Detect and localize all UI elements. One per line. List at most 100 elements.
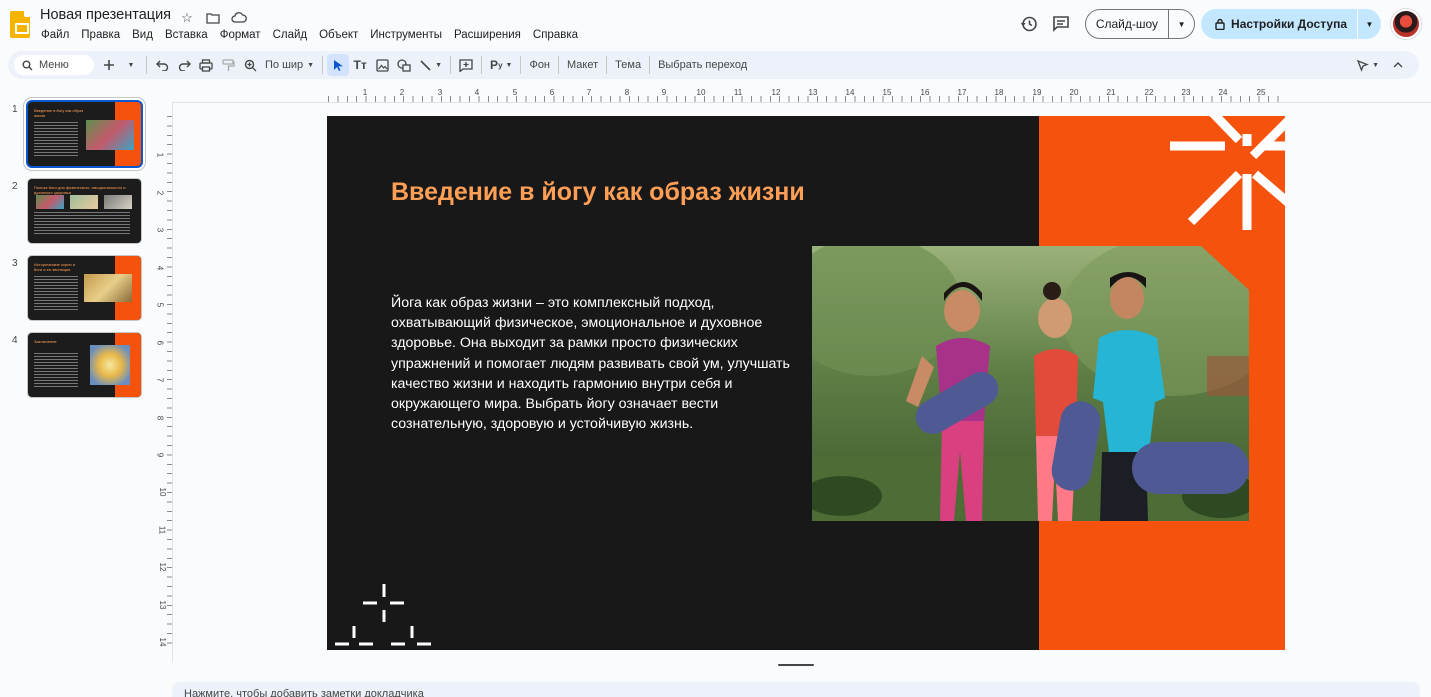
menu-help[interactable]: Справка bbox=[527, 27, 584, 43]
sunburst-decoration[interactable] bbox=[1167, 116, 1285, 244]
thumb-title: Введение в йогу как образ жизни bbox=[34, 108, 84, 118]
dash-decoration[interactable] bbox=[333, 581, 443, 650]
share-dropdown-icon[interactable]: ▼ bbox=[1357, 9, 1381, 39]
menu-edit[interactable]: Правка bbox=[75, 27, 126, 43]
ruler-label: 23 bbox=[1181, 88, 1191, 97]
thumb-text-lines bbox=[34, 122, 78, 156]
edit-mode-icon[interactable]: ▼ bbox=[1352, 54, 1383, 76]
divider bbox=[558, 56, 560, 74]
slides-logo-icon[interactable] bbox=[10, 11, 30, 38]
menu-tools[interactable]: Инструменты bbox=[364, 27, 448, 43]
thumb-image bbox=[36, 195, 64, 209]
chevron-down-icon: ▼ bbox=[435, 61, 443, 69]
line-icon[interactable]: ▼ bbox=[415, 54, 446, 76]
menu-file[interactable]: Файл bbox=[35, 27, 75, 43]
undo-icon[interactable] bbox=[151, 54, 173, 76]
zoom-select[interactable]: По шир ▼ bbox=[261, 54, 318, 76]
text-box-icon[interactable]: Tт bbox=[349, 54, 371, 76]
share-button-group: Настройки Доступа ▼ bbox=[1201, 9, 1381, 39]
zoom-icon[interactable] bbox=[239, 54, 261, 76]
ruler-label: 20 bbox=[1069, 88, 1079, 97]
divider bbox=[520, 56, 522, 74]
text-format-icon[interactable]: Py ▼ bbox=[486, 54, 516, 76]
filmstrip-item[interactable]: 4 Заключение bbox=[0, 327, 150, 404]
ruler-label: 24 bbox=[1218, 88, 1228, 97]
insert-image-icon[interactable] bbox=[371, 54, 393, 76]
slide-canvas[interactable]: Введение в йогу как образ жизни Йога как… bbox=[327, 116, 1285, 650]
slide-body-text[interactable]: Йога как образ жизни – это комплексный п… bbox=[391, 293, 791, 434]
slide-number: 2 bbox=[12, 181, 18, 192]
cloud-saved-icon[interactable] bbox=[230, 9, 248, 27]
ruler-label: 13 bbox=[157, 600, 167, 610]
ruler-label: 9 bbox=[155, 452, 165, 458]
filmstrip-item[interactable]: 2 Польза йоги для физического, эмоционал… bbox=[0, 173, 150, 250]
thumb-title: Исторические корни и йоги и ее эволюция bbox=[34, 262, 76, 272]
slide-thumbnail[interactable]: Исторические корни и йоги и ее эволюция bbox=[28, 256, 141, 320]
menu-extensions[interactable]: Расширения bbox=[448, 27, 527, 43]
ruler-label: 6 bbox=[549, 88, 555, 97]
thumb-text-lines bbox=[34, 353, 78, 387]
toolbar-right: ▼ bbox=[1352, 54, 1409, 76]
slide-thumbnail[interactable]: Заключение bbox=[28, 333, 141, 397]
thumb-title: Польза йоги для физического, эмоциональн… bbox=[34, 185, 126, 195]
document-title[interactable]: Новая презентация bbox=[40, 7, 171, 23]
slide-number: 4 bbox=[12, 335, 18, 346]
slide-thumbnail[interactable]: Введение в йогу как образ жизни bbox=[28, 102, 141, 166]
select-tool-icon[interactable] bbox=[327, 54, 350, 76]
ruler-label: 22 bbox=[1144, 88, 1154, 97]
move-folder-icon[interactable] bbox=[204, 9, 222, 27]
menu-insert[interactable]: Вставка bbox=[159, 27, 214, 43]
share-button[interactable]: Настройки Доступа bbox=[1201, 9, 1357, 39]
thumb-image bbox=[104, 195, 132, 209]
print-icon[interactable] bbox=[195, 54, 217, 76]
menu-slide[interactable]: Слайд bbox=[267, 27, 314, 43]
ruler-label: 8 bbox=[155, 415, 165, 421]
star-icon[interactable]: ☆ bbox=[178, 9, 196, 27]
theme-button[interactable]: Тема bbox=[611, 54, 645, 76]
background-button[interactable]: Фон bbox=[525, 54, 554, 76]
notes-resize-handle[interactable] bbox=[778, 664, 814, 666]
redo-icon[interactable] bbox=[173, 54, 195, 76]
slide-title[interactable]: Введение в йогу как образ жизни bbox=[391, 176, 811, 208]
layout-button[interactable]: Макет bbox=[563, 54, 602, 76]
thumb-image bbox=[90, 345, 130, 385]
ruler-label: 2 bbox=[155, 190, 165, 196]
menu-arrange[interactable]: Объект bbox=[313, 27, 364, 43]
horizontal-ruler[interactable]: 1 2 3 4 5 6 7 8 9 10 11 12 13 14 15 16 1… bbox=[328, 88, 1285, 102]
version-history-icon[interactable] bbox=[1013, 8, 1045, 40]
plus-icon bbox=[104, 60, 114, 70]
vertical-ruler[interactable]: 1 2 3 4 5 6 7 8 9 10 11 12 13 14 bbox=[155, 116, 172, 650]
filmstrip-item[interactable]: 1 Введение в йогу как образ жизни bbox=[0, 96, 150, 173]
add-comment-icon[interactable] bbox=[455, 54, 477, 76]
ruler-label: 19 bbox=[1032, 88, 1042, 97]
slideshow-dropdown-icon[interactable]: ▼ bbox=[1168, 10, 1194, 38]
ruler-label: 1 bbox=[155, 152, 165, 158]
divider bbox=[322, 56, 324, 74]
ruler-label: 3 bbox=[155, 227, 165, 233]
ruler-label: 13 bbox=[808, 88, 818, 97]
ruler-label: 21 bbox=[1106, 88, 1116, 97]
transition-button[interactable]: Выбрать переход bbox=[654, 54, 751, 76]
slide-number: 3 bbox=[12, 258, 18, 269]
comments-icon[interactable] bbox=[1045, 8, 1077, 40]
slide-thumbnail[interactable]: Польза йоги для физического, эмоциональн… bbox=[28, 179, 141, 243]
header-actions: Слайд-шоу ▼ Настройки Доступа ▼ bbox=[1013, 8, 1421, 40]
ruler-label: 11 bbox=[733, 88, 743, 97]
app-header: Новая презентация ☆ Файл Правка Вид Вста… bbox=[0, 0, 1431, 48]
avatar[interactable] bbox=[1391, 9, 1421, 39]
shape-icon[interactable] bbox=[393, 54, 415, 76]
paint-format-icon[interactable] bbox=[217, 54, 239, 76]
slideshow-button[interactable]: Слайд-шоу bbox=[1086, 10, 1168, 38]
divider bbox=[649, 56, 651, 74]
collapse-toolbar-icon[interactable] bbox=[1387, 54, 1409, 76]
yoga-group-photo[interactable] bbox=[812, 246, 1249, 521]
menu-format[interactable]: Формат bbox=[214, 27, 267, 43]
menu-search[interactable]: Меню bbox=[14, 55, 94, 75]
new-slide-dropdown-icon[interactable]: ▼ bbox=[120, 54, 142, 76]
divider bbox=[146, 56, 147, 74]
filmstrip-item[interactable]: 3 Исторические корни и йоги и ее эволюци… bbox=[0, 250, 150, 327]
speaker-notes[interactable]: Нажмите, чтобы добавить заметки докладчи… bbox=[172, 682, 1420, 697]
ruler-label: 7 bbox=[586, 88, 592, 97]
new-slide-button[interactable] bbox=[98, 54, 120, 76]
menu-view[interactable]: Вид bbox=[126, 27, 159, 43]
